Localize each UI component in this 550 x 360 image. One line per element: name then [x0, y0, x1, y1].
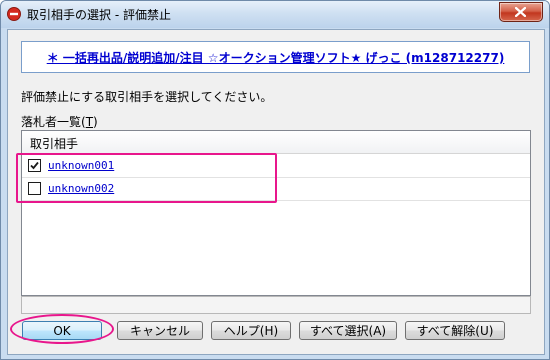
status-box [21, 296, 531, 314]
auction-link[interactable]: ＊ 一括再出品/説明追加/注目 ☆オークション管理ソフト★ げっこ (m1287… [22, 49, 529, 66]
auction-title-box: ＊ 一括再出品/説明追加/注目 ☆オークション管理ソフト★ げっこ (m1287… [21, 41, 530, 73]
close-button[interactable] [499, 2, 543, 22]
deselect-all-button[interactable]: すべて解除(U) [405, 321, 505, 340]
cancel-button[interactable]: キャンセル [117, 321, 203, 340]
bidder-list-label-key: T [85, 115, 94, 129]
column-header-label: 取引相手 [30, 137, 79, 151]
title-bar[interactable]: 取引相手の選択 - 評価禁止 [1, 1, 549, 28]
annotation-highlight-ok [10, 314, 114, 344]
no-entry-icon [7, 7, 21, 21]
instruction-text: 評価禁止にする取引相手を選択してください。 [21, 90, 273, 104]
column-header-partner[interactable]: 取引相手 [22, 131, 530, 154]
bidder-list-label-prefix: 落札者一覧( [21, 115, 86, 129]
window-title: 取引相手の選択 - 評価禁止 [27, 8, 171, 22]
bidder-list-label-suffix: ) [93, 115, 98, 129]
select-all-button[interactable]: すべて選択(A) [299, 321, 397, 340]
close-icon [515, 7, 526, 17]
annotation-highlight-rows [16, 153, 277, 203]
help-button[interactable]: ヘルプ(H) [211, 321, 291, 340]
bidder-list-label: 落札者一覧(T) [21, 113, 98, 130]
